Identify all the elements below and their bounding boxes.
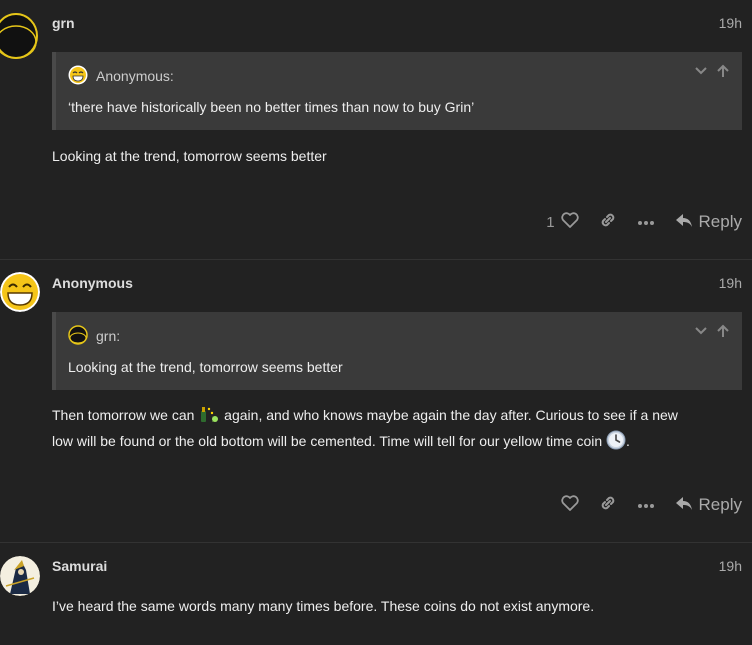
chevron-down-icon[interactable] xyxy=(694,64,708,83)
body-text-2: again, and who knows maybe again the day… xyxy=(220,407,678,423)
champagne-icon xyxy=(198,405,220,430)
quote-controls xyxy=(694,64,730,83)
grn-avatar-icon xyxy=(68,324,88,348)
avatar-samurai[interactable] xyxy=(0,556,40,596)
clock-icon xyxy=(606,430,626,457)
reply-button[interactable]: Reply xyxy=(675,495,742,516)
reply-icon xyxy=(675,212,693,233)
post-actions: 1 Reply xyxy=(546,210,742,234)
body-text-4: . xyxy=(626,433,630,449)
post-actions: Reply xyxy=(560,493,742,517)
quote-block: grn: Looking at the trend, tomorrow seem… xyxy=(52,312,742,390)
reply-button[interactable]: Reply xyxy=(675,212,742,233)
avatar-anonymous[interactable] xyxy=(0,272,40,312)
more-icon[interactable] xyxy=(637,496,655,514)
like-count: 1 xyxy=(546,213,555,231)
body-text-3: low will be found or the old bottom will… xyxy=(52,433,607,449)
post-body: Looking at the trend, tomorrow seems bet… xyxy=(52,148,327,164)
username[interactable]: Samurai xyxy=(52,558,107,574)
quote-text: ‘there have historically been no better … xyxy=(68,99,475,115)
reply-label: Reply xyxy=(698,495,742,514)
quote-author: grn: xyxy=(96,328,121,344)
post-time[interactable]: 19h xyxy=(719,558,742,574)
reply-label: Reply xyxy=(698,212,742,231)
like-button[interactable]: 1 xyxy=(546,212,579,232)
quote-author: Anonymous: xyxy=(96,68,174,84)
arrow-up-icon[interactable] xyxy=(716,324,730,343)
post-anonymous: Anonymous 19h grn: Looking at the trend,… xyxy=(0,260,752,542)
post-samurai: Samurai 19h I’ve heard the same words ma… xyxy=(0,543,752,645)
post-body: I’ve heard the same words many many time… xyxy=(52,598,595,614)
post-time[interactable]: 19h xyxy=(719,15,742,31)
quote-header: Anonymous: xyxy=(68,65,174,88)
chevron-down-icon[interactable] xyxy=(694,324,708,343)
username[interactable]: grn xyxy=(52,15,75,31)
quote-header: grn: xyxy=(68,324,121,348)
body-text-1: Then tomorrow we can xyxy=(52,407,199,423)
heart-icon[interactable] xyxy=(560,212,579,232)
quote-block: Anonymous: ‘there have historically been… xyxy=(52,52,742,130)
quote-text: Looking at the trend, tomorrow seems bet… xyxy=(68,359,343,375)
arrow-up-icon[interactable] xyxy=(716,64,730,83)
more-icon[interactable] xyxy=(637,213,655,231)
heart-icon[interactable] xyxy=(560,494,579,516)
link-icon[interactable] xyxy=(599,494,617,517)
post-body: Then tomorrow we can again, and who know… xyxy=(52,404,742,457)
avatar-grn[interactable] xyxy=(0,8,40,60)
quote-controls xyxy=(694,324,730,343)
link-icon[interactable] xyxy=(599,211,617,234)
post-grn: grn 19h Anonymous: ‘there have historica… xyxy=(0,0,752,259)
username[interactable]: Anonymous xyxy=(52,275,133,291)
post-time[interactable]: 19h xyxy=(719,275,742,291)
reply-icon xyxy=(675,495,693,516)
anonymous-avatar-icon xyxy=(68,65,88,88)
